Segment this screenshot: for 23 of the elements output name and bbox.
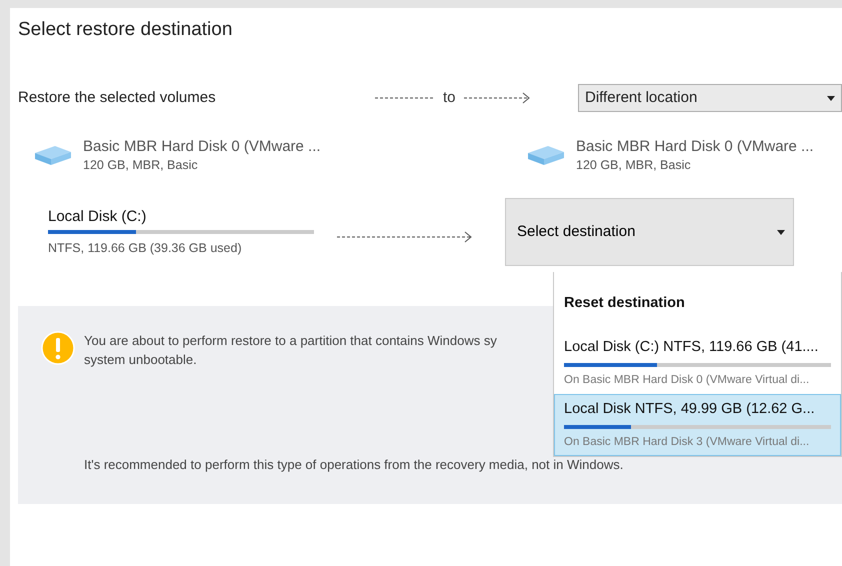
warning-note: It's recommended to perform this type of operations from the recovery media, not in Windows. bbox=[84, 456, 624, 474]
caret-icon bbox=[777, 230, 785, 234]
warning-icon bbox=[41, 331, 75, 365]
destination-dropdown[interactable]: Select destination bbox=[505, 198, 794, 266]
volume-name: Local Disk (C:) bbox=[48, 208, 148, 226]
connector-label: to bbox=[443, 88, 456, 108]
source-disk-name: Basic MBR Hard Disk 0 (VMware ... bbox=[83, 138, 321, 156]
hard-disk-icon bbox=[528, 144, 564, 166]
dashed-arrow bbox=[464, 92, 530, 104]
source-disk-details: 120 GB, MBR, Basic bbox=[83, 157, 199, 174]
dialog-title: Select restore destination bbox=[18, 18, 234, 42]
warning-text: You are about to perform restore to a partition that contains Windows sy bbox=[84, 332, 497, 350]
restore-label: Restore the selected volumes bbox=[17, 88, 217, 108]
volume-details: NTFS, 119.66 GB (39.36 GB used) bbox=[48, 240, 243, 257]
location-dropdown[interactable]: Different location bbox=[578, 84, 842, 112]
target-disk-name: Basic MBR Hard Disk 0 (VMware ... bbox=[576, 138, 814, 156]
caret-icon bbox=[827, 96, 835, 100]
dropdown-option[interactable]: Local Disk NTFS, 49.99 GB (12.62 G... On Basic MBR Hard Disk 3 (VMware Virtual di... bbox=[554, 394, 841, 456]
option-details: On Basic MBR Hard Disk 0 (VMware Virtual di... bbox=[564, 372, 810, 388]
target-disk-details: 120 GB, MBR, Basic bbox=[576, 157, 692, 174]
option-details: On Basic MBR Hard Disk 3 (VMware Virtual di... bbox=[564, 434, 810, 450]
warning-text: system unbootable. bbox=[84, 351, 197, 369]
hard-disk-icon bbox=[35, 144, 71, 166]
